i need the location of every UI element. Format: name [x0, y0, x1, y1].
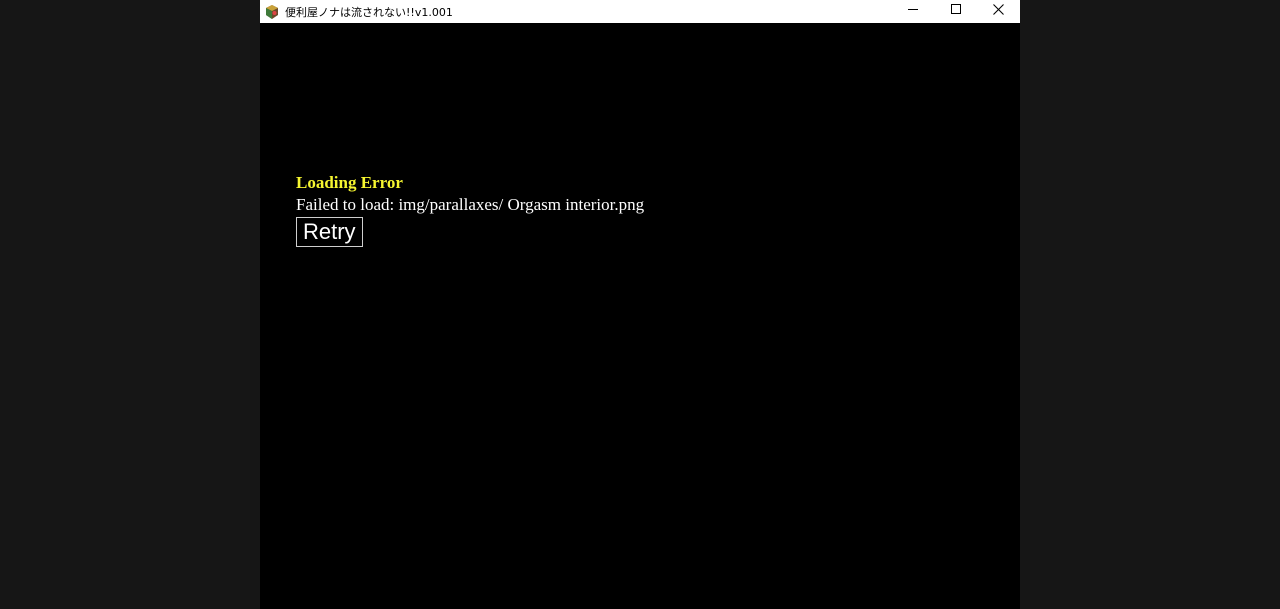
maximize-button[interactable]	[934, 0, 977, 18]
minimize-button[interactable]	[891, 0, 934, 18]
game-window: 便利屋ノナは流されない!!v1.001 Loading Error Failed…	[260, 0, 1020, 609]
close-icon	[993, 3, 1004, 15]
game-app-icon	[265, 4, 279, 20]
game-canvas: Loading Error Failed to load: img/parall…	[260, 23, 1020, 609]
maximize-icon	[950, 4, 961, 14]
window-controls	[891, 0, 1020, 23]
close-button[interactable]	[977, 0, 1020, 18]
loading-error-panel: Loading Error Failed to load: img/parall…	[296, 172, 644, 247]
title-bar[interactable]: 便利屋ノナは流されない!!v1.001	[260, 0, 1020, 23]
error-title: Loading Error	[296, 173, 403, 192]
minimize-icon	[907, 9, 918, 10]
window-title: 便利屋ノナは流されない!!v1.001	[285, 5, 453, 19]
retry-button[interactable]: Retry	[296, 217, 363, 247]
error-message: Failed to load: img/parallaxes/ Orgasm i…	[296, 195, 645, 214]
